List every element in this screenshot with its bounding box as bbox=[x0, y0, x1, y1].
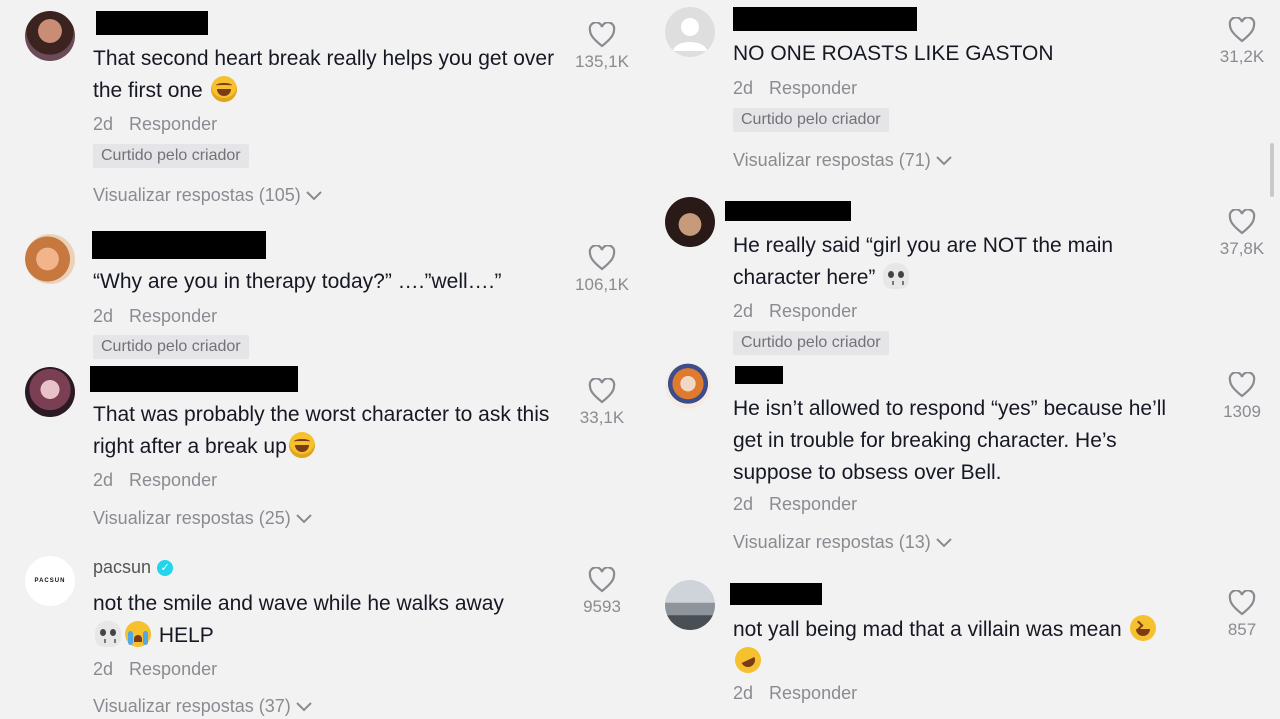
view-replies-button[interactable]: Visualizar respostas (71) bbox=[733, 150, 953, 171]
like-count: 1309 bbox=[1223, 402, 1261, 421]
comment-meta: 2d Responder bbox=[93, 306, 217, 327]
like-count: 106,1K bbox=[575, 275, 629, 294]
liked-by-creator-badge: Curtido pelo criador bbox=[93, 335, 249, 359]
chevron-down-icon bbox=[296, 513, 312, 523]
skull-emoji-icon bbox=[883, 263, 910, 290]
comment-text: not yall being mad that a villain was me… bbox=[730, 614, 1203, 678]
comment-time: 2d bbox=[93, 114, 114, 134]
like-count: 9593 bbox=[583, 597, 621, 616]
laughing-emoji-icon bbox=[288, 432, 315, 459]
reply-button[interactable]: Responder bbox=[129, 306, 217, 327]
heart-icon bbox=[1228, 17, 1256, 43]
comment-time: 2d bbox=[93, 470, 114, 490]
comment-time: 2d bbox=[733, 78, 754, 98]
reply-button[interactable]: Responder bbox=[129, 114, 217, 135]
like-button[interactable]: 106,1K bbox=[567, 245, 637, 295]
like-count: 857 bbox=[1227, 620, 1257, 639]
default-avatar-icon bbox=[673, 18, 707, 51]
like-button[interactable]: 31,2K bbox=[1207, 17, 1277, 67]
redacted-username bbox=[725, 201, 851, 221]
comment-meta: 2d Responder bbox=[733, 78, 857, 99]
like-button[interactable]: 857 bbox=[1207, 590, 1277, 640]
avatar[interactable] bbox=[665, 197, 715, 247]
comment-time: 2d bbox=[733, 494, 754, 514]
comment-username[interactable]: pacsun ✓ bbox=[93, 557, 174, 578]
avatar[interactable] bbox=[25, 367, 75, 417]
rolling-laughing-emoji-icon bbox=[730, 643, 766, 678]
liked-by-creator-badge: Curtido pelo criador bbox=[93, 144, 249, 168]
redacted-username bbox=[96, 11, 208, 35]
avatar[interactable] bbox=[665, 580, 715, 630]
redacted-username bbox=[735, 366, 783, 384]
like-button[interactable]: 37,8K bbox=[1207, 209, 1277, 259]
liked-by-creator-badge: Curtido pelo criador bbox=[733, 331, 889, 355]
reply-button[interactable]: Responder bbox=[129, 470, 217, 491]
like-count: 37,8K bbox=[1219, 239, 1265, 258]
comment-text: That second heart break really helps you… bbox=[93, 47, 555, 103]
comment-text: He really said “girl you are NOT the mai… bbox=[733, 234, 1114, 290]
avatar[interactable] bbox=[665, 363, 711, 409]
heart-icon bbox=[588, 22, 616, 48]
heart-icon bbox=[1228, 590, 1256, 616]
avatar[interactable] bbox=[25, 11, 75, 61]
reply-button[interactable]: Responder bbox=[129, 659, 217, 680]
view-replies-button[interactable]: Visualizar respostas (13) bbox=[733, 532, 953, 553]
chevron-down-icon bbox=[936, 155, 952, 165]
scrollbar[interactable] bbox=[1270, 143, 1274, 197]
verified-badge-icon: ✓ bbox=[157, 559, 174, 576]
chevron-down-icon bbox=[306, 190, 322, 200]
comment-meta: 2d Responder bbox=[733, 494, 857, 515]
like-count: 33,1K bbox=[579, 408, 625, 427]
reply-button[interactable]: Responder bbox=[769, 683, 857, 704]
reply-button[interactable]: Responder bbox=[769, 78, 857, 99]
like-button[interactable]: 1309 bbox=[1207, 372, 1277, 422]
comment-meta: 2d Responder bbox=[733, 301, 857, 322]
like-button[interactable]: 135,1K bbox=[567, 22, 637, 72]
chevron-down-icon bbox=[296, 701, 312, 711]
comment-time: 2d bbox=[93, 659, 114, 679]
heart-icon bbox=[1228, 209, 1256, 235]
redacted-username bbox=[90, 366, 298, 392]
reply-button[interactable]: Responder bbox=[769, 301, 857, 322]
comment-meta: 2d Responder bbox=[93, 659, 217, 680]
like-button[interactable]: 9593 bbox=[567, 567, 637, 617]
like-button[interactable]: 33,1K bbox=[567, 378, 637, 428]
heart-icon bbox=[588, 245, 616, 271]
view-replies-button[interactable]: Visualizar respostas (105) bbox=[93, 185, 323, 206]
comment-time: 2d bbox=[733, 683, 754, 703]
comment-time: 2d bbox=[93, 306, 114, 326]
like-count: 135,1K bbox=[575, 52, 629, 71]
heart-icon bbox=[588, 567, 616, 593]
comment-text: He isn’t allowed to respond “yes” becaus… bbox=[733, 397, 1167, 484]
crying-emoji-icon bbox=[125, 621, 151, 648]
view-replies-button[interactable]: Visualizar respostas (37) bbox=[93, 696, 313, 717]
laughing-emoji-icon bbox=[210, 76, 237, 103]
redacted-username bbox=[92, 231, 266, 259]
redacted-username bbox=[730, 583, 822, 605]
comment-meta: 2d Responder bbox=[733, 683, 857, 704]
comment-text: “Why are you in therapy today?” ….”well…… bbox=[93, 270, 502, 293]
reply-button[interactable]: Responder bbox=[769, 494, 857, 515]
grinning-squint-emoji-icon bbox=[1129, 615, 1156, 642]
comment-time: 2d bbox=[733, 301, 754, 321]
comment-meta: 2d Responder bbox=[93, 114, 217, 135]
avatar[interactable] bbox=[25, 234, 75, 284]
comment-text: not the smile and wave while he walks aw… bbox=[93, 592, 504, 648]
view-replies-button[interactable]: Visualizar respostas (25) bbox=[93, 508, 313, 529]
comment-meta: 2d Responder bbox=[93, 470, 217, 491]
heart-icon bbox=[1228, 372, 1256, 398]
skull-emoji-icon bbox=[95, 621, 121, 648]
comment-text: That was probably the worst character to… bbox=[93, 403, 550, 459]
heart-icon bbox=[588, 378, 616, 404]
avatar[interactable] bbox=[665, 7, 715, 57]
pacsun-logo-text: PACSUN bbox=[34, 578, 66, 584]
redacted-username bbox=[733, 7, 917, 31]
like-count: 31,2K bbox=[1219, 47, 1265, 66]
liked-by-creator-badge: Curtido pelo criador bbox=[733, 108, 889, 132]
comment-text: NO ONE ROASTS LIKE GASTON bbox=[733, 42, 1054, 65]
avatar[interactable]: PACSUN bbox=[25, 556, 75, 606]
chevron-down-icon bbox=[936, 537, 952, 547]
